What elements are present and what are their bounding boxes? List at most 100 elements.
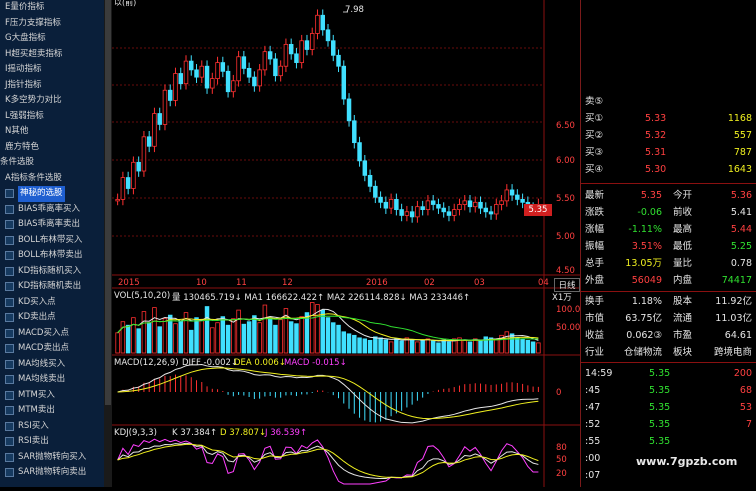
stat-key: 外盘 (585, 275, 605, 286)
sidebar-item[interactable]: G大盘指标 (0, 31, 111, 47)
volume-bar (394, 338, 399, 354)
volume-bar (231, 318, 236, 354)
volume-bar (294, 323, 299, 354)
order-label: 买① (585, 113, 604, 124)
fundamental-row: 换手 1.18% 股本 11.92亿 (585, 294, 754, 309)
fund-value: 11.92亿 (715, 296, 752, 307)
sidebar-item[interactable]: RSI卖出 (0, 434, 111, 450)
sidebar-item[interactable]: H超买超卖指标 (0, 47, 111, 63)
kdj-tick: 50 (556, 455, 567, 465)
sidebar-item[interactable]: 鹿方特色 (0, 140, 111, 156)
sidebar-item[interactable]: 条件选股 (0, 155, 111, 171)
volume-bar (299, 316, 304, 354)
sidebar-item[interactable]: KD买入点 (0, 295, 111, 311)
sidebar-item[interactable]: BIAS乖离率卖出 (0, 217, 111, 233)
sidebar-item[interactable]: MA均线买入 (0, 357, 111, 373)
tick-row: 14:59 5.35 200 (585, 366, 754, 381)
sidebar-item[interactable]: J指针指标 (0, 78, 111, 94)
macd-value: MACD -0.015↓ (284, 358, 347, 368)
sidebar-item[interactable]: BOLL布林带买入 (0, 233, 111, 249)
candle-body (267, 51, 273, 60)
stat-key: 最低 (673, 241, 693, 252)
volume-bar (267, 317, 273, 354)
macd-label: MACD(12,26,9) (114, 358, 179, 368)
sidebar-item[interactable]: MACD卖出点 (0, 341, 111, 357)
sidebar-item[interactable]: KD指标随机买入 (0, 264, 111, 280)
tick-time: :00 (585, 453, 601, 464)
order-book-row: 买② 5.32 557 (585, 128, 754, 143)
volume-bar (430, 340, 436, 354)
sidebar-item[interactable]: N其他 (0, 124, 111, 140)
watermark: www.7gpzb.com (636, 455, 738, 468)
candle-body (409, 211, 415, 218)
current-price-tag: 5.35 (524, 204, 552, 216)
sidebar-item[interactable]: A指标条件选股 (0, 171, 111, 187)
candle-body (436, 204, 441, 209)
sidebar-item[interactable]: F压力支撑指标 (0, 16, 111, 32)
sidebar-item-label: BIAS乖离率买入 (18, 203, 81, 214)
sidebar-item[interactable]: KD指标随机卖出 (0, 279, 111, 295)
sidebar-item[interactable]: RSI买入 (0, 419, 111, 435)
volume-bar (115, 332, 120, 354)
volume-bar (241, 323, 247, 354)
candle-body (199, 65, 205, 78)
sidebar-item[interactable]: MACD买入点 (0, 326, 111, 342)
panel-divider (581, 362, 756, 363)
sidebar-item[interactable]: MA均线卖出 (0, 372, 111, 388)
candle-body (504, 189, 510, 202)
sidebar-item-label: KD指标随机卖出 (18, 281, 82, 291)
formula-icon (5, 406, 14, 416)
volume-bar (199, 319, 205, 354)
sidebar-item-label: MTM买入 (18, 389, 55, 400)
sidebar-item[interactable]: BIAS乖离率买入 (0, 202, 111, 218)
x-axis-label: 2015 (118, 278, 140, 288)
sidebar-scrollbar-thumb[interactable] (105, 0, 111, 405)
sidebar-item-label: KD买入点 (18, 296, 56, 307)
sidebar-item[interactable]: E量价指标 (0, 0, 111, 16)
fund-key: 板块 (673, 347, 693, 358)
fund-key: 流通 (673, 313, 693, 324)
order-volume: 787 (733, 147, 752, 158)
candle-body (152, 113, 157, 147)
candle-body (520, 199, 525, 203)
sidebar-item[interactable]: MTM买入 (0, 388, 111, 404)
candle-body (378, 196, 383, 203)
formula-icon (5, 375, 14, 385)
volume-bar (367, 339, 373, 354)
sidebar-item-label: RSI买入 (18, 420, 49, 431)
formula-icon (5, 235, 14, 245)
candle-body (415, 206, 420, 218)
sidebar-item[interactable]: SAR抛物转向买入 (0, 450, 111, 466)
volume-bar (309, 302, 315, 354)
sidebar-item-label: KD卖出点 (18, 312, 56, 322)
sidebar-item-label: MA均线买入 (18, 358, 66, 369)
formula-icon (5, 328, 14, 338)
quote-stat-row: 外盘 56049 内盘 74417 (585, 273, 754, 288)
kline-chart-svg[interactable]: 6.50 6.00 5.50 5.00 4.50 2015 10 11 12 2016 02 03 04… (112, 0, 586, 487)
fund-value: 63.75亿 (625, 313, 662, 324)
stat-key: 最新 (585, 190, 605, 201)
candle-body (399, 209, 404, 216)
stat-key: 涨跌 (585, 207, 605, 218)
sidebar-item-label: 条件选股 (0, 157, 35, 167)
candle-body (173, 73, 178, 101)
formula-icon (5, 437, 14, 447)
quote-stat-row: 最新 5.35 今开 5.36 (585, 188, 754, 203)
sidebar-item[interactable]: L强弱指标 (0, 109, 111, 125)
sidebar-item[interactable]: 神秘的选股 (0, 186, 111, 202)
candle-body (457, 204, 462, 210)
period-button[interactable]: 日线 (554, 278, 580, 292)
sidebar-item[interactable]: I摇动指标 (0, 62, 111, 78)
sidebar-item-label: RSI卖出 (18, 436, 49, 446)
indicator-tree-sidebar: E量价指标 F压力支撑指标 G大盘指标 H超买超卖指标 I摇动指标 J指针指标 K多空势力对… (0, 0, 112, 487)
sidebar-item-label: SAR抛物转向卖出 (18, 467, 87, 477)
sidebar-item[interactable]: KD卖出点 (0, 310, 111, 326)
sidebar-item[interactable]: K多空势力对比 (0, 93, 111, 109)
high-price-label: 7.98 (345, 5, 364, 15)
sidebar-item[interactable]: SAR抛物转向卖出 (0, 465, 111, 481)
macd-tick: 0 (556, 388, 561, 398)
sidebar-item[interactable]: MTM卖出 (0, 403, 111, 419)
chart-area[interactable]: 6.50 6.00 5.50 5.00 4.50 2015 10 11 12 2016 02 03 04… (112, 0, 586, 487)
volume-bar (478, 340, 483, 354)
sidebar-item[interactable]: BOLL布林带卖出 (0, 248, 111, 264)
